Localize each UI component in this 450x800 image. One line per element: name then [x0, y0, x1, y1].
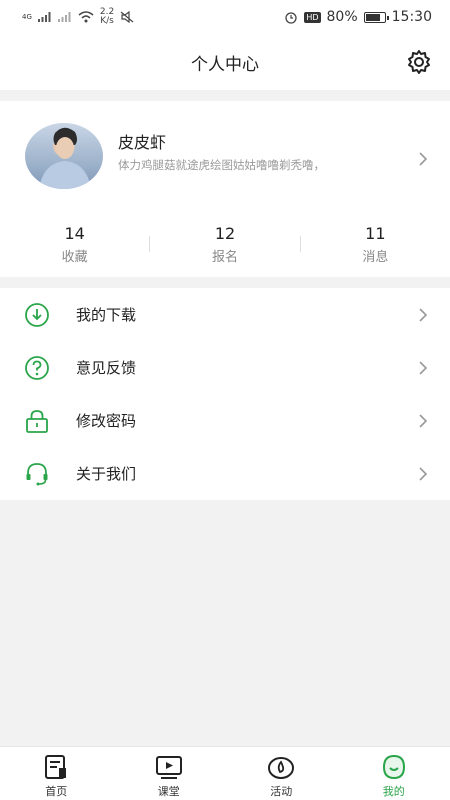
stat-label: 报名	[211, 249, 238, 265]
menu-label: 意见反馈	[76, 359, 137, 377]
user-name: 皮皮虾	[118, 133, 167, 152]
activity-icon	[268, 757, 295, 779]
tab-classroom[interactable]: 课堂	[113, 747, 226, 800]
stat-label: 消息	[362, 249, 389, 265]
status-left: 4G 2.2 K/s	[22, 8, 134, 26]
avatar-image	[39, 127, 91, 189]
headset-icon	[24, 461, 50, 487]
network-type: 4G	[22, 13, 32, 21]
question-icon	[24, 355, 50, 381]
stat-value: 12	[214, 223, 236, 243]
battery-percent: 80%	[326, 9, 358, 25]
menu-list: 我的下载 意见反馈 修改密码 关于我们	[0, 288, 450, 500]
lock-icon	[24, 408, 50, 434]
menu-label: 关于我们	[76, 465, 137, 483]
tab-label: 课堂	[157, 785, 180, 798]
chevron-right-icon	[419, 413, 428, 428]
profile-icon	[382, 754, 405, 780]
menu-item-about-us[interactable]: 关于我们	[0, 447, 450, 500]
gear-icon[interactable]	[406, 49, 432, 75]
stats-row: 14 收藏 12 报名 11 消息	[0, 219, 450, 269]
menu-item-downloads[interactable]: 我的下载	[0, 288, 450, 341]
menu-label: 我的下载	[76, 306, 137, 324]
tab-label: 我的	[382, 785, 405, 798]
signal-icon-2	[57, 12, 71, 22]
avatar[interactable]	[25, 123, 103, 189]
stat-registrations[interactable]: 12 报名	[150, 224, 299, 265]
stat-value: 11	[365, 223, 386, 243]
mute-icon	[120, 11, 134, 23]
stat-messages[interactable]: 11 消息	[301, 224, 450, 265]
stat-value: 14	[64, 223, 85, 243]
tab-label: 活动	[270, 785, 293, 798]
alarm-icon	[285, 12, 297, 24]
hd-badge: HD	[304, 11, 321, 23]
tab-home[interactable]: 首页	[0, 747, 113, 800]
profile-card: 皮皮虾 体力鸡腿菇就途虎绘图姑姑噜噜剃秃噜， 14 收藏 12 报名 11 消息	[0, 101, 450, 277]
status-right: HD 80% 15:30	[284, 9, 432, 25]
video-icon	[155, 756, 182, 779]
home-icon	[45, 755, 67, 779]
stat-favorites[interactable]: 14 收藏	[0, 224, 149, 265]
signal-icon	[37, 12, 51, 22]
chevron-right-icon	[419, 307, 428, 322]
tab-activity[interactable]: 活动	[225, 747, 338, 800]
network-speed: 2.2 K/s	[99, 7, 115, 26]
chevron-right-icon[interactable]	[418, 151, 428, 167]
menu-label: 修改密码	[76, 412, 137, 430]
menu-item-feedback[interactable]: 意见反馈	[0, 341, 450, 394]
clock: 15:30	[391, 9, 432, 25]
download-icon	[24, 302, 50, 328]
chevron-right-icon	[419, 466, 428, 481]
chevron-right-icon	[419, 360, 428, 375]
stat-label: 收藏	[61, 249, 88, 265]
tab-label: 首页	[45, 785, 68, 798]
battery-icon	[363, 11, 389, 23]
status-bar: 4G 2.2 K/s HD 80% 15:30	[0, 0, 450, 34]
user-bio: 体力鸡腿菇就途虎绘图姑姑噜噜剃秃噜，	[118, 158, 325, 172]
app-header: 个人中心	[0, 34, 450, 90]
page-title: 个人中心	[191, 54, 259, 75]
wifi-icon	[78, 11, 94, 23]
menu-item-change-password[interactable]: 修改密码	[0, 394, 450, 447]
bottom-tab-bar: 首页 课堂 活动 我的	[0, 746, 450, 800]
tab-profile[interactable]: 我的	[338, 747, 450, 800]
